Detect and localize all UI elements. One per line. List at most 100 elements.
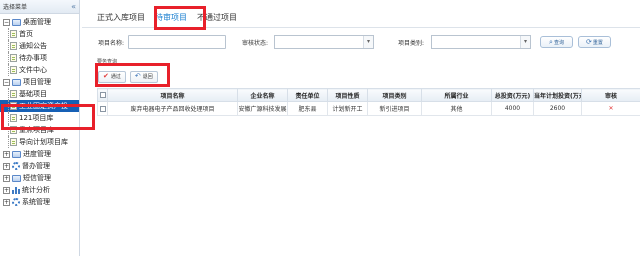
folder-icon <box>12 174 21 182</box>
menu-label: 首页 <box>19 30 33 38</box>
folder-icon <box>12 150 21 158</box>
undo-icon: ↶ <box>134 72 141 80</box>
project-type-select[interactable]: ▾ <box>431 35 531 49</box>
project-name-input[interactable] <box>128 35 226 49</box>
folder-icon <box>12 78 21 86</box>
check-icon: ✔ <box>103 72 109 80</box>
tab-divider <box>82 27 640 28</box>
tab-rejected-projects[interactable]: 不通过项目 <box>192 9 242 27</box>
cell-industry: 其他 <box>421 101 492 116</box>
expander-icon[interactable]: + <box>3 162 10 170</box>
chart-icon <box>12 186 20 194</box>
menu-tree: − 桌面管理 首页 通知公告 待办事项 文件中心 − 项目管理 基础项目 工业固定资… <box>0 14 79 208</box>
page-icon <box>10 54 17 62</box>
chevron-down-icon: ▾ <box>520 36 530 48</box>
col-category[interactable]: 项目类别 <box>367 88 422 102</box>
select-all-checkbox[interactable] <box>99 92 106 98</box>
page-icon <box>10 30 17 38</box>
menu-desktop[interactable]: − 桌面管理 <box>0 16 79 28</box>
project-table: 项目名称 企业名称 责任单位 项目性质 项目类别 所属行业 总投资(万元) 当年… <box>97 88 640 116</box>
table-header: 项目名称 企业名称 责任单位 项目性质 项目类别 所属行业 总投资(万元) 当年… <box>97 88 640 102</box>
gear-icon <box>12 198 20 206</box>
cell-category: 新引进项目 <box>367 101 422 116</box>
col-audit[interactable]: 审核 <box>581 88 640 102</box>
col-project-name[interactable]: 项目名称 <box>107 88 238 102</box>
col-unit[interactable]: 责任单位 <box>287 88 328 102</box>
menu-home[interactable]: 首页 <box>0 28 79 40</box>
menu-121-library[interactable]: 121项目库 <box>0 112 79 124</box>
expander-icon[interactable]: + <box>3 186 10 194</box>
search-bar: 项目名称: 审核状态: ▾ 项目类别: ▾ ⌕ 查询 ⟳ 重置 <box>82 35 640 51</box>
expander-icon[interactable]: + <box>3 150 10 158</box>
cell-project-name: 废弃电器电子产品回收处理项目 <box>107 101 238 116</box>
reject-button[interactable]: ↶ 退回 <box>129 70 158 83</box>
cell-total-investment: 4000 <box>491 101 534 116</box>
menu-label: 通知公告 <box>19 42 47 50</box>
menu-files[interactable]: 文件中心 <box>0 64 79 76</box>
panel-title: 要务查询 <box>97 59 118 65</box>
row-select-cell[interactable] <box>97 101 108 116</box>
chevron-down-icon: ▾ <box>363 36 373 48</box>
menu-label: 桌面管理 <box>23 18 51 26</box>
reset-label: 重置 <box>592 39 603 46</box>
folder-icon <box>12 18 21 26</box>
menu-label: 文件中心 <box>19 66 47 74</box>
table-row[interactable]: 废弃电器电子产品回收处理项目 安徽广源科技发展 肥东县 计划新开工 新引进项目 … <box>97 101 640 116</box>
page-icon <box>10 138 17 146</box>
col-nature[interactable]: 项目性质 <box>327 88 368 102</box>
menu-todo[interactable]: 待办事项 <box>0 52 79 64</box>
menu-key-projects[interactable]: 重点项目库 <box>0 124 79 136</box>
menu-label: 待办事项 <box>19 54 47 62</box>
menu-supervision[interactable]: + 督办管理 <box>0 160 79 172</box>
col-total-investment[interactable]: 总投资(万元) <box>491 88 534 102</box>
menu-label: 121项目库 <box>19 114 54 122</box>
search-icon: ⌕ <box>549 37 553 46</box>
cell-company: 安徽广源科技发展 <box>237 101 288 116</box>
col-company[interactable]: 企业名称 <box>237 88 288 102</box>
menu-label: 重点项目库 <box>19 126 54 134</box>
tab-formal-projects[interactable]: 正式入库项目 <box>92 9 150 27</box>
page-icon <box>10 42 17 50</box>
select-all-cell[interactable] <box>97 88 108 102</box>
close-icon: ✕ <box>608 105 614 112</box>
menu-progress[interactable]: + 进度管理 <box>0 148 79 160</box>
approve-label: 通过 <box>110 74 121 80</box>
col-industry[interactable]: 所属行业 <box>421 88 492 102</box>
menu-label: 督办管理 <box>22 162 50 170</box>
audit-status-select[interactable]: ▾ <box>274 35 374 49</box>
collapse-icon[interactable]: « <box>71 2 76 11</box>
menu-system[interactable]: + 系统管理 <box>0 196 79 208</box>
sidebar-title: 选择菜单 <box>3 4 28 11</box>
menu-label: 基础项目 <box>19 90 47 98</box>
menu-basic-project[interactable]: 基础项目 <box>0 88 79 100</box>
page-icon <box>10 66 17 74</box>
menu-project-mgmt[interactable]: − 项目管理 <box>0 76 79 88</box>
expander-icon[interactable]: + <box>3 174 10 182</box>
expander-icon[interactable]: + <box>3 198 10 206</box>
cell-audit: ✕ <box>581 101 640 116</box>
menu-statistics[interactable]: + 统计分析 <box>0 184 79 196</box>
expander-icon[interactable]: − <box>3 18 10 26</box>
tab-pending-projects[interactable]: 待审项目 <box>150 9 192 27</box>
menu-industrial-investment[interactable]: 工业固定资产投 <box>0 100 79 112</box>
approve-button[interactable]: ✔ 通过 <box>98 70 126 83</box>
col-plan-investment[interactable]: 当年计划投资(万元) <box>533 88 582 102</box>
cell-unit: 肥东县 <box>287 101 328 116</box>
reject-label: 退回 <box>142 74 153 80</box>
cell-nature: 计划新开工 <box>327 101 368 116</box>
menu-label: 项目管理 <box>23 78 51 86</box>
menu-sms[interactable]: + 短信管理 <box>0 172 79 184</box>
menu-guidance-plan[interactable]: 导向计划项目库 <box>0 136 79 148</box>
cell-plan-investment: 2600 <box>533 101 582 116</box>
menu-notice[interactable]: 通知公告 <box>0 40 79 52</box>
action-toolbar: ✔ 通过 ↶ 退回 <box>98 69 158 84</box>
reset-button[interactable]: ⟳ 重置 <box>578 36 611 48</box>
tab-bar: 正式入库项目 待审项目 不通过项目 <box>92 9 242 27</box>
menu-label: 工业固定资产投 <box>19 102 68 110</box>
row-checkbox[interactable] <box>99 105 106 112</box>
expander-icon[interactable]: − <box>3 78 10 86</box>
page-icon <box>10 102 17 110</box>
query-button[interactable]: ⌕ 查询 <box>540 36 573 48</box>
project-name-label: 项目名称: <box>98 40 125 47</box>
project-type-label: 项目类别: <box>398 40 425 47</box>
